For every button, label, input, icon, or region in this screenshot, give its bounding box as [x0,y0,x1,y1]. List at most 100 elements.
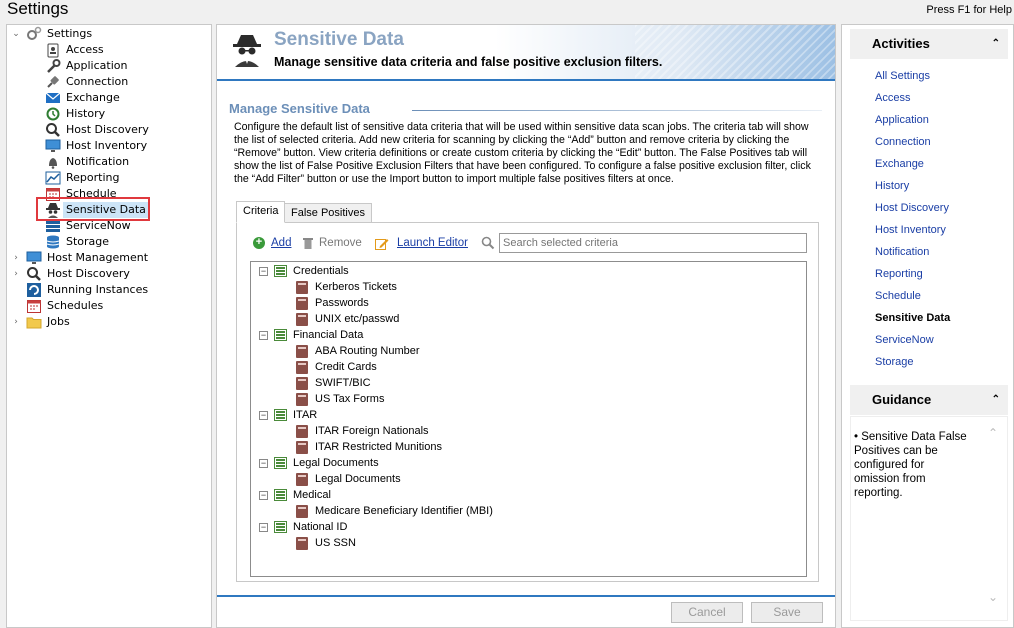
activity-link-host-inventory[interactable]: Host Inventory [875,224,946,236]
content-pane: Sensitive Data Manage sensitive data cri… [216,24,836,628]
collapse-icon[interactable]: − [259,330,268,340]
tree-item-notification[interactable]: Notification [45,154,132,170]
activity-link-servicenow[interactable]: ServiceNow [875,334,934,346]
scroll-down-icon[interactable]: ⌄ [988,590,998,604]
collapse-chevron-icon[interactable]: ⌃ [992,385,1000,415]
monitor-icon [45,138,61,154]
collapse-icon[interactable]: − [259,458,268,468]
activity-link-connection[interactable]: Connection [875,136,931,148]
group-icon [274,489,287,501]
criteria-item-label: ITAR Restricted Munitions [315,441,442,453]
activity-link-exchange[interactable]: Exchange [875,158,924,170]
collapse-icon[interactable]: − [259,266,268,276]
activity-link-access[interactable]: Access [875,92,910,104]
help-hint: Press F1 for Help [926,4,1012,16]
activity-link-notification[interactable]: Notification [875,246,929,258]
tree-item-jobs[interactable]: Jobs [26,314,73,330]
criteria-group[interactable]: − Credentials [259,263,349,279]
criteria-group[interactable]: − ITAR [259,407,317,423]
tree-item-label: Host Discovery [47,267,130,280]
criteria-item[interactable]: Medicare Beneficiary Identifier (MBI) [296,503,493,519]
activities-header[interactable]: Activities ⌃ [850,29,1008,59]
scroll-up-icon[interactable]: ⌃ [988,426,998,440]
tree-item-history[interactable]: History [45,106,108,122]
collapse-icon[interactable]: − [259,490,268,500]
tree-item-label: Reporting [66,171,120,184]
collapse-chevron-icon[interactable]: ⌃ [992,29,1000,59]
criteria-panel: + Add Remove Launch Editor − Credentials [236,222,819,582]
tree-item-host-discovery-root[interactable]: Host Discovery [26,266,133,282]
save-button[interactable]: Save [751,602,823,623]
navigation-tree[interactable]: ⌄ Settings Access Application Connection… [6,24,212,628]
collapse-icon[interactable]: ⌄ [11,26,21,42]
criteria-item[interactable]: US Tax Forms [296,391,384,407]
book-icon [296,360,308,374]
tree-item-exchange[interactable]: Exchange [45,90,123,106]
cancel-button[interactable]: Cancel [671,602,743,623]
guidance-text: • Sensitive Data False Positives can be … [854,430,969,500]
add-button[interactable]: + Add [253,235,291,251]
criteria-item-label: Medicare Beneficiary Identifier (MBI) [315,505,493,517]
expand-icon[interactable]: › [11,266,21,282]
activity-link-history[interactable]: History [875,180,909,192]
criteria-item[interactable]: ITAR Restricted Munitions [296,439,442,455]
activity-link-storage[interactable]: Storage [875,356,914,368]
activity-link-host-discovery[interactable]: Host Discovery [875,202,949,214]
criteria-item[interactable]: ITAR Foreign Nationals [296,423,429,439]
window-title: Settings [7,0,69,18]
group-icon [274,521,287,533]
book-icon [296,344,308,358]
criteria-item[interactable]: Legal Documents [296,471,401,487]
criteria-item[interactable]: US SSN [296,535,356,551]
remove-button[interactable]: Remove [303,235,362,251]
criteria-item[interactable]: ABA Routing Number [296,343,420,359]
footer-divider [217,595,835,597]
search-input[interactable] [499,233,807,253]
tree-item-connection[interactable]: Connection [45,74,131,90]
criteria-item[interactable]: UNIX etc/passwd [296,311,399,327]
tree-item-reporting[interactable]: Reporting [45,170,122,186]
expand-icon[interactable]: › [11,250,21,266]
tree-item-application[interactable]: Application [45,58,130,74]
activity-link-application[interactable]: Application [875,114,929,126]
criteria-group[interactable]: − Medical [259,487,331,503]
search-icon [481,236,495,250]
expand-icon[interactable]: › [11,314,21,330]
criteria-tree[interactable]: − Credentials Kerberos Tickets Passwords… [250,261,807,577]
tree-item-storage[interactable]: Storage [45,234,112,250]
section-title: Manage Sensitive Data [229,101,370,116]
tree-item-settings[interactable]: Settings [26,26,95,42]
criteria-item[interactable]: Credit Cards [296,359,377,375]
criteria-item[interactable]: SWIFT/BIC [296,375,371,391]
book-icon [296,504,308,518]
collapse-icon[interactable]: − [259,410,268,420]
monitor-icon [26,250,42,266]
criteria-group[interactable]: − Legal Documents [259,455,379,471]
criteria-item[interactable]: Passwords [296,295,369,311]
activity-link-reporting[interactable]: Reporting [875,268,923,280]
collapse-icon[interactable]: − [259,522,268,532]
criteria-item-label: UNIX etc/passwd [315,313,400,325]
badge-icon [45,42,61,58]
tab-criteria[interactable]: Criteria [236,201,286,223]
tree-item-host-management[interactable]: Host Management [26,250,151,266]
activity-link-all-settings[interactable]: All Settings [875,70,930,82]
criteria-item[interactable]: Kerberos Tickets [296,279,397,295]
gears-icon [26,26,42,42]
tree-item-running-instances[interactable]: Running Instances [26,282,151,298]
tree-item-host-inventory[interactable]: Host Inventory [45,138,150,154]
tree-item-label: History [66,107,106,120]
activities-title: Activities [872,36,930,51]
tree-item-access[interactable]: Access [45,42,107,58]
tree-item-host-discovery[interactable]: Host Discovery [45,122,152,138]
tree-item-label: Schedules [47,299,104,312]
activity-link-schedule[interactable]: Schedule [875,290,921,302]
launch-editor-label: Launch Editor [397,237,468,249]
book-icon [296,536,308,550]
criteria-group[interactable]: − National ID [259,519,347,535]
criteria-group[interactable]: − Financial Data [259,327,363,343]
launch-editor-button[interactable]: Launch Editor [375,235,468,251]
guidance-header[interactable]: Guidance ⌃ [850,385,1008,415]
tree-item-schedules[interactable]: Schedules [26,298,106,314]
tab-false-positives[interactable]: False Positives [284,203,372,223]
